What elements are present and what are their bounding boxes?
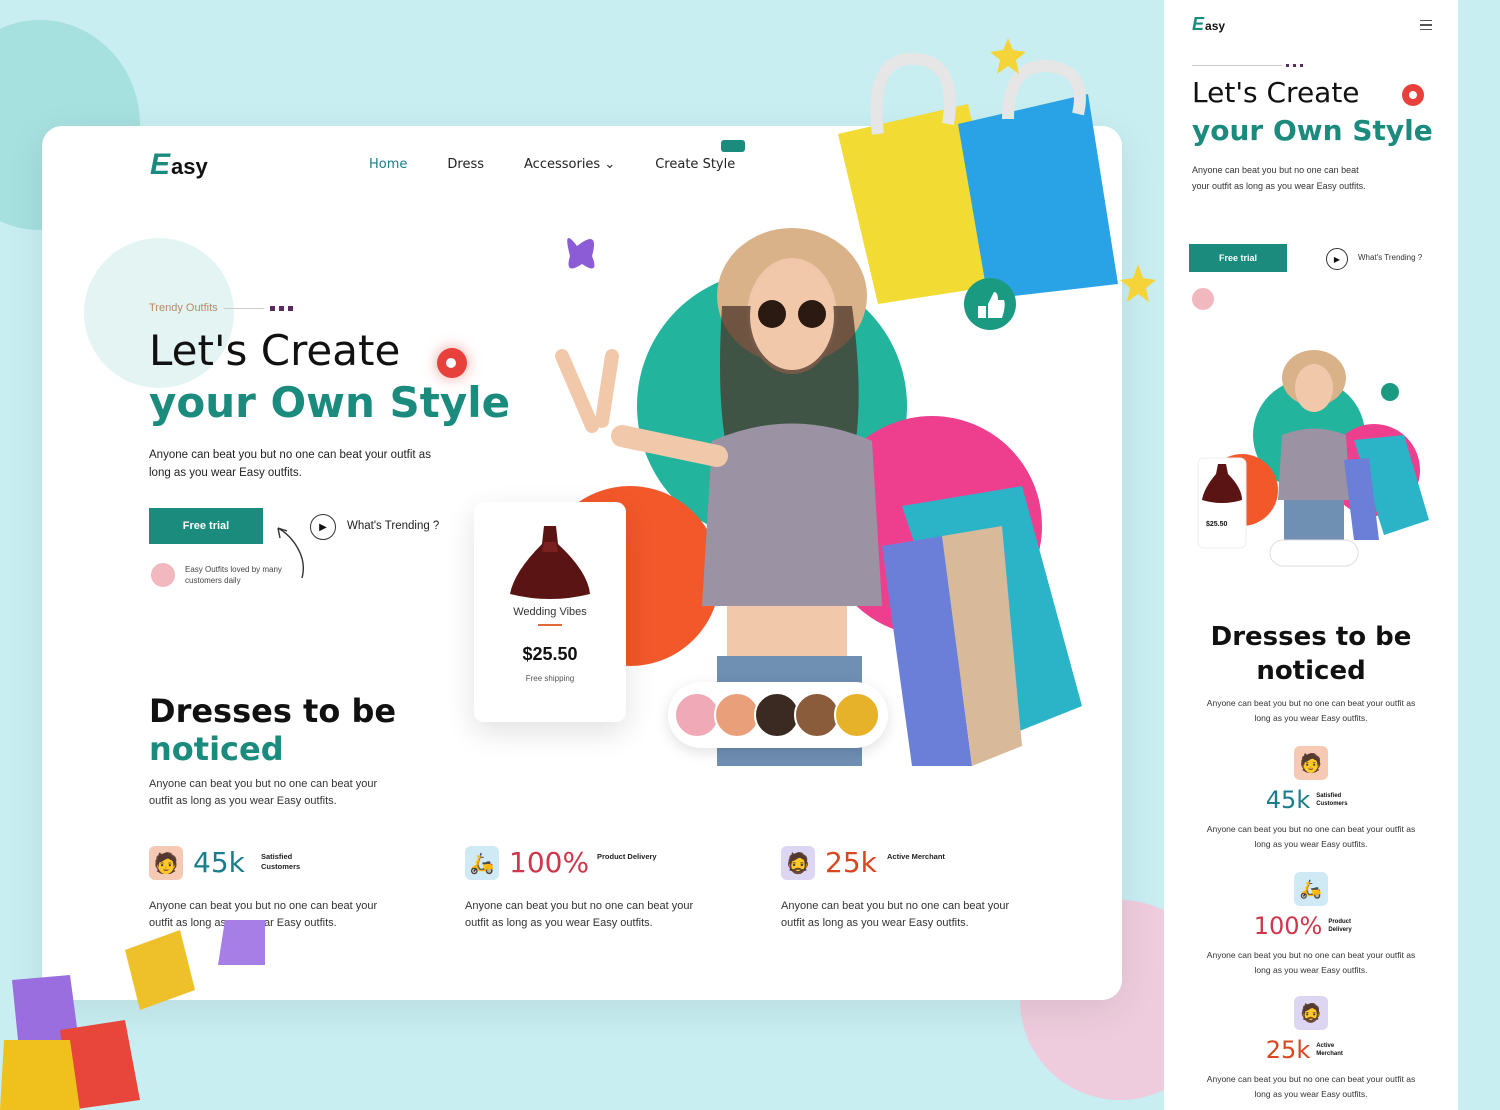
stat-value: 45k <box>193 846 245 879</box>
mobile-hero-title-line1: Let's Create <box>1192 76 1360 109</box>
eyebrow: Trendy Outfits <box>149 302 293 314</box>
mobile-stat-merchant: 🧔 25k Active Merchant Anyone can beat you… <box>1164 996 1458 1102</box>
avatar <box>149 561 177 589</box>
divider <box>1192 65 1282 66</box>
mobile-section-desc: Anyone can beat you but no one can beat … <box>1206 698 1416 723</box>
stat-label: Product Delivery <box>1328 919 1352 933</box>
merchant-icon: 🧔 <box>1294 996 1328 1030</box>
nav-create-style-label: Create Style <box>655 157 736 172</box>
hero-title-line1: Let's Create <box>149 326 401 375</box>
section-title: Dresses to be noticed <box>149 692 396 768</box>
stat-text: Anyone can beat you but no one can beat … <box>1206 824 1416 849</box>
dots-decor <box>269 305 293 311</box>
eyebrow-text: Trendy Outfits <box>149 302 218 314</box>
section-title-line2: noticed <box>1256 656 1366 686</box>
play-icon[interactable]: ▶ <box>1326 248 1348 270</box>
mini-testimonial-text: Easy Outfits loved by many customers dai… <box>185 565 282 585</box>
stat-label: Active Merchant <box>887 852 945 861</box>
avatar <box>834 692 880 738</box>
mobile-stat-customers: 🧑 45k Satisfied Customers Anyone can beat… <box>1164 746 1458 852</box>
nav-accessories[interactable]: Accessories ⌄ <box>524 157 615 172</box>
stat-label: Product Delivery <box>597 852 657 861</box>
merchant-icon: 🧔 <box>781 846 815 880</box>
chat-bubble-icon <box>721 140 746 152</box>
mini-testimonial: Easy Outfits loved by many customers dai… <box>149 561 305 589</box>
section-title-line1: Dresses to be <box>149 692 397 730</box>
stat-value: 45k <box>1265 786 1311 814</box>
shopping-bags-illustration <box>838 38 1156 330</box>
customer-avatars <box>668 682 888 748</box>
logo-mark: E <box>1192 14 1205 34</box>
mobile-hero-lead: Anyone can beat you but no one can beat … <box>1192 165 1366 191</box>
product-underline <box>538 624 562 626</box>
mobile-stat-delivery: 🛵 100% Product Delivery Anyone can beat y… <box>1164 872 1458 978</box>
nav-create-style[interactable]: Create Style <box>655 140 746 172</box>
divider <box>223 307 264 309</box>
stat-value: 25k <box>825 846 877 879</box>
logo-text: asy <box>171 154 208 179</box>
play-icon[interactable]: ▶ <box>310 514 336 540</box>
hero-title-line2: your Own Style <box>149 378 511 427</box>
mini-testimonial <box>1190 286 1216 312</box>
hamburger-menu-icon[interactable] <box>1420 20 1432 30</box>
stat-text: Anyone can beat you but no one can beat … <box>1206 950 1416 975</box>
mobile-hero-image <box>1197 350 1429 567</box>
free-trial-button[interactable]: Free trial <box>149 508 263 544</box>
logo[interactable]: E asy <box>150 148 208 182</box>
stat-text: Anyone can beat you but no one can beat … <box>1206 1074 1416 1099</box>
product-name: Wedding Vibes <box>513 606 587 618</box>
stat-label: Satisfied Customers <box>1316 793 1348 807</box>
delivery-icon: 🛵 <box>1294 872 1328 906</box>
mobile-hero-title-line2: your Own Style <box>1192 114 1433 147</box>
nav-accessories-label: Accessories <box>524 157 601 172</box>
mobile-logo[interactable]: E asy <box>1192 14 1225 35</box>
mobile-product-price: $25.50 <box>1206 521 1228 528</box>
product-card[interactable]: Wedding Vibes $25.50 Free shipping <box>474 502 626 722</box>
nav-dress[interactable]: Dress <box>447 157 484 172</box>
mobile-free-trial-button[interactable]: Free trial <box>1189 244 1287 272</box>
section-title-line1: Dresses to be <box>1210 622 1412 652</box>
delivery-icon: 🛵 <box>465 846 499 880</box>
shopping-bags-illustration <box>0 920 265 1110</box>
stat-value: 100% <box>1253 912 1323 940</box>
stat-text: Anyone can beat you but no one can beat … <box>465 900 694 929</box>
stat-value: 100% <box>509 846 590 879</box>
nav-home[interactable]: Home <box>369 157 407 172</box>
trending-link[interactable]: What's Trending ? <box>347 520 439 532</box>
avatar <box>1190 286 1216 312</box>
product-price: $25.50 <box>522 644 578 664</box>
main-nav: Home Dress Accessories ⌄ Create Style <box>369 140 775 172</box>
logo-mark: E <box>150 148 171 181</box>
section-title-line2: noticed <box>149 730 284 768</box>
customer-icon: 🧑 <box>149 846 183 880</box>
stat-label: Active Merchant <box>1316 1043 1343 1057</box>
customer-icon: 🧑 <box>1294 746 1328 780</box>
chevron-down-icon: ⌄ <box>600 157 616 172</box>
mobile-section-title: Dresses to be noticed <box>1164 620 1458 688</box>
mobile-trending-link[interactable]: What's Trending ? <box>1358 253 1422 262</box>
dress-image <box>510 526 590 599</box>
record-icon <box>437 348 467 378</box>
section-desc: Anyone can beat you but no one can beat … <box>149 778 378 807</box>
stat-text: Anyone can beat you but no one can beat … <box>781 900 1010 929</box>
record-icon <box>1402 84 1424 106</box>
hero-lead: Anyone can beat you but no one can beat … <box>149 449 431 479</box>
product-subtext: Free shipping <box>525 674 575 683</box>
eyebrow <box>1192 64 1303 67</box>
stat-value: 25k <box>1265 1036 1311 1064</box>
stat-label: Satisfied Customers <box>261 852 301 871</box>
logo-text: asy <box>1205 19 1226 33</box>
mobile-page: E asy Let's Create your Own Style Anyone… <box>1164 0 1458 1110</box>
